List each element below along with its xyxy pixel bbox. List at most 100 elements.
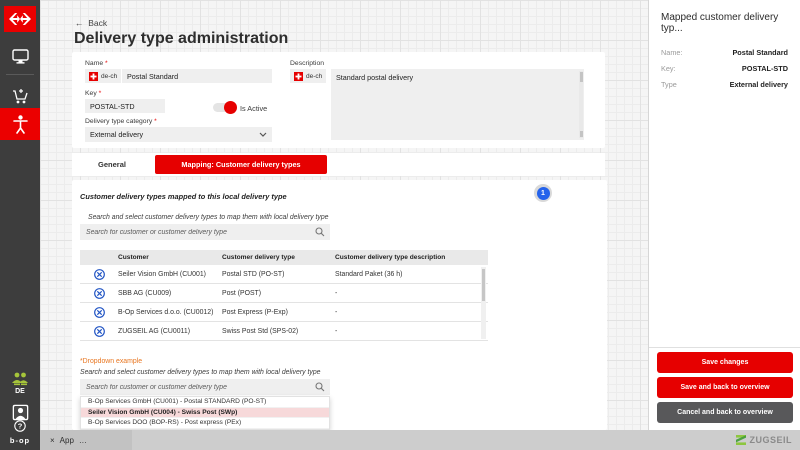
cell-description: - [335, 327, 338, 335]
col-type: Customer delivery type [222, 254, 295, 261]
summary-side-panel: Mapped customer delivery typ... Name: Po… [648, 0, 800, 430]
summary-row-name: Name: Postal Standard [661, 48, 788, 57]
cell-customer: ZUGSEIL AG (CU0011) [118, 327, 190, 335]
dropdown-search [80, 379, 330, 395]
app-tab-ellipsis: … [78, 435, 87, 445]
back-label: Back [88, 18, 108, 28]
description-language-label: de-ch [306, 72, 323, 80]
sidebar-item-monitor[interactable] [0, 42, 40, 70]
summary-label: Type [661, 80, 677, 89]
b-op-logo: b-op [9, 436, 31, 445]
tab-general[interactable]: General [72, 153, 152, 176]
dropdown-example-label: *Dropdown example [80, 358, 143, 365]
mapped-search-input[interactable] [80, 224, 330, 240]
table-scrollbar[interactable] [481, 267, 486, 339]
key-input[interactable] [85, 99, 165, 113]
left-sidebar: DE ? b-op [0, 0, 40, 450]
summary-value: POSTAL-STD [741, 64, 788, 73]
zugseil-brand: ZUGSEIL [736, 430, 792, 450]
category-label: Delivery type category * [85, 118, 157, 125]
footer-bar: × App … ZUGSEIL [40, 430, 800, 450]
description-scrollbar[interactable] [579, 71, 583, 138]
summary-value: External delivery [729, 80, 788, 89]
cell-description: - [335, 289, 338, 297]
cell-type: Swiss Post Std (SPS-02) [222, 327, 299, 335]
cell-type: Post (POST) [222, 289, 262, 297]
cell-description: Standard Paket (36 h) [335, 270, 403, 278]
cancel-and-back-button[interactable]: Cancel and back to overview [657, 402, 793, 423]
save-and-back-button[interactable]: Save and back to overview [657, 377, 793, 398]
back-link[interactable]: ← Back [75, 18, 107, 28]
remove-mapping-icon[interactable] [93, 325, 105, 337]
summary-row-key: Key: POSTAL-STD [661, 64, 788, 73]
app-tab[interactable]: × App … [40, 430, 132, 450]
summary-label: Key: [661, 64, 676, 73]
category-select[interactable]: External delivery [85, 127, 272, 142]
sidebar-item-help[interactable]: ? [0, 418, 40, 434]
name-language-label: de-ch [101, 72, 118, 80]
mapped-table: Customer Customer delivery type Customer… [80, 250, 488, 341]
sidebar-item-accessibility-active[interactable] [0, 108, 40, 140]
sidebar-item-cart[interactable] [0, 82, 40, 110]
app-tab-label: App [59, 435, 74, 445]
remove-mapping-icon[interactable] [93, 268, 105, 280]
name-language-chip[interactable]: de-ch [85, 69, 122, 83]
search-icon [315, 382, 325, 392]
dropdown-caption: Search and select customer delivery type… [80, 369, 321, 376]
annotation-badge-1: 1 [534, 184, 552, 202]
dropdown-option-highlighted[interactable]: Seiler Vision GmbH (CU004) - Swiss Post … [81, 407, 329, 418]
col-description: Customer delivery type description [335, 254, 446, 261]
remove-mapping-icon[interactable] [93, 306, 105, 318]
zugseil-brand-label: ZUGSEIL [749, 435, 792, 445]
is-active-label: Is Active [240, 103, 268, 113]
delivery-type-form: Name * de-ch Key * Is Active Delivery ty… [72, 52, 605, 148]
svg-text:?: ? [18, 422, 23, 431]
accessibility-person-icon [12, 114, 28, 134]
search-caption: Search and select customer delivery type… [88, 214, 329, 221]
mapped-search [80, 224, 330, 240]
description-label: Description [290, 60, 324, 67]
dropdown-options-list: B-Op Services GmbH (CU001) - Postal STAN… [80, 396, 330, 430]
cell-customer: Seiler Vision GmbH (CU001) [118, 270, 206, 278]
sidebar-divider [6, 74, 34, 75]
main-content: ← Back Delivery type administration Name… [40, 0, 648, 430]
save-changes-button[interactable]: Save changes [657, 352, 793, 373]
table-row: ZUGSEIL AG (CU0011) Swiss Post Std (SPS-… [80, 322, 488, 341]
language-indicator[interactable]: DE [0, 388, 40, 395]
description-language-chip[interactable]: de-ch [290, 69, 327, 83]
swiss-flag-icon [294, 71, 303, 81]
table-row: Seiler Vision GmbH (CU001) Postal STD (P… [80, 265, 488, 284]
cell-customer: SBB AG (CU009) [118, 289, 172, 297]
dropdown-search-input[interactable] [80, 379, 330, 395]
zugseil-logo-icon [736, 435, 747, 445]
help-icon: ? [14, 420, 26, 432]
name-label: Name * [85, 60, 108, 67]
tab-mapping-active[interactable]: Mapping: Customer delivery types [155, 155, 327, 174]
summary-label: Name: [661, 48, 683, 57]
dropdown-option[interactable]: B-Op Services DOO (BOP-RS) - Post expres… [81, 418, 329, 429]
col-customer: Customer [118, 254, 149, 261]
summary-value: Postal Standard [732, 48, 788, 57]
cell-type: Postal STD (PO-ST) [222, 270, 285, 278]
app-window: DE ? b-op ← Back Delivery type administr… [0, 0, 800, 450]
close-icon[interactable]: × [50, 436, 55, 445]
table-header-row: Customer Customer delivery type Customer… [80, 250, 488, 265]
cell-customer: B-Op Services d.o.o. (CU0012) [118, 308, 214, 316]
chevron-down-icon [259, 132, 267, 137]
search-icon [315, 227, 325, 237]
table-row: B-Op Services d.o.o. (CU0012) Post Expre… [80, 303, 488, 322]
mapping-section-title: Customer delivery types mapped to this l… [80, 192, 287, 201]
table-row: SBB AG (CU009) Post (POST) - [80, 284, 488, 303]
dropdown-option[interactable]: B-Op Services GmbH (CU001) - Postal STAN… [81, 397, 329, 408]
side-panel-title: Mapped customer delivery typ... [661, 12, 779, 34]
page-title: Delivery type administration [74, 30, 289, 47]
swiss-flag-icon [89, 71, 98, 81]
monitor-icon [11, 48, 29, 64]
remove-mapping-icon[interactable] [93, 287, 105, 299]
sbb-logo[interactable] [4, 6, 36, 32]
is-active-toggle[interactable] [213, 100, 237, 114]
category-value: External delivery [90, 130, 144, 139]
description-textarea[interactable]: Standard postal delivery [331, 69, 584, 140]
name-input[interactable] [122, 69, 272, 83]
cart-add-icon [13, 88, 28, 103]
